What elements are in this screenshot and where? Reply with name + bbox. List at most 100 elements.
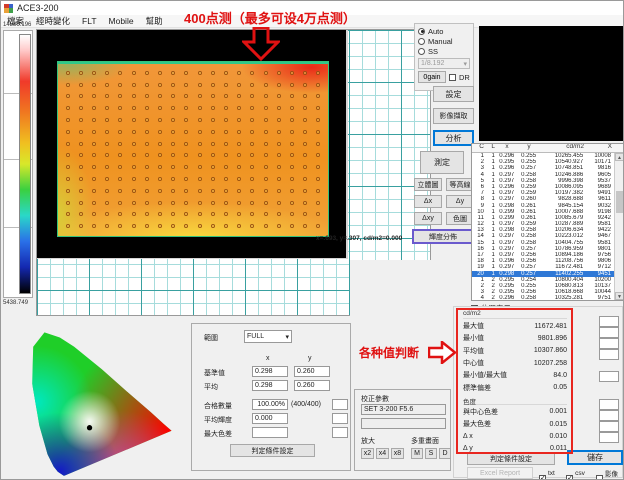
measure-dot bbox=[264, 94, 268, 98]
measure-dot bbox=[132, 94, 136, 98]
delta-y-button[interactable]: Δy bbox=[446, 195, 474, 208]
measure-dot bbox=[92, 201, 96, 205]
stat-value: 11672.481 bbox=[534, 323, 567, 330]
analyze-button[interactable]: 分析 bbox=[433, 130, 474, 146]
measure-dot bbox=[66, 130, 70, 134]
excel-report-button[interactable]: Excel Report bbox=[467, 467, 533, 479]
measure-dot bbox=[92, 177, 96, 181]
table-cell: 10325.281 bbox=[540, 295, 587, 300]
measure-dot bbox=[171, 71, 175, 75]
scroll-down-icon[interactable]: ▼ bbox=[615, 292, 624, 300]
multi-s-button[interactable]: S bbox=[425, 448, 437, 459]
txt-check-icon[interactable]: ✓ bbox=[539, 475, 546, 480]
radio-ss-icon[interactable] bbox=[418, 48, 425, 55]
judge-condition-button-2[interactable]: 判定條件設定 bbox=[230, 444, 315, 457]
measure-dot bbox=[290, 165, 294, 169]
measure-dot bbox=[303, 142, 307, 146]
table-scrollbar[interactable]: ▲ ▼ bbox=[614, 153, 623, 300]
measure-dot bbox=[237, 118, 241, 122]
dr-checkbox[interactable] bbox=[449, 74, 456, 81]
gain-button[interactable]: 0gain bbox=[418, 71, 446, 83]
delta-xy-button[interactable]: Δxy bbox=[414, 212, 442, 225]
stat-value: 0.05 bbox=[553, 384, 567, 391]
multi-d-button[interactable]: D bbox=[439, 448, 451, 459]
measure-dot bbox=[184, 130, 188, 134]
measure-dot bbox=[118, 201, 122, 205]
ref-x-field[interactable]: 0.298 bbox=[252, 366, 288, 377]
measure-dot bbox=[316, 83, 320, 87]
measure-button[interactable]: 測定 bbox=[420, 151, 464, 174]
maxdiff-field[interactable] bbox=[252, 427, 288, 438]
measure-dot bbox=[198, 189, 202, 193]
white-point-marker bbox=[87, 425, 92, 430]
image-check-icon[interactable] bbox=[596, 475, 603, 480]
ref-y-field[interactable]: 0.260 bbox=[294, 366, 330, 377]
colormap-button[interactable]: 色圖 bbox=[446, 212, 474, 225]
luminance-heatmap[interactable] bbox=[57, 61, 329, 237]
menu-flt[interactable]: FLT bbox=[82, 16, 96, 26]
save-button[interactable]: 儲存 bbox=[567, 450, 623, 465]
csv-check-icon[interactable]: ✓ bbox=[566, 475, 573, 480]
measure-dot bbox=[132, 212, 136, 216]
table-row[interactable]: 420.2960.25810325.2819751 bbox=[472, 295, 614, 300]
contour-button[interactable]: 等高線 bbox=[446, 178, 474, 191]
measure-dot bbox=[145, 224, 149, 228]
pass-judge-box bbox=[332, 399, 348, 410]
menu-help[interactable]: 幫助 bbox=[146, 15, 163, 27]
measure-dot bbox=[264, 118, 268, 122]
range-select[interactable]: FULL ▾ bbox=[244, 330, 292, 343]
measure-dot bbox=[158, 106, 162, 110]
delta-x-button[interactable]: Δx bbox=[414, 195, 442, 208]
scroll-thumb[interactable] bbox=[616, 191, 623, 213]
calibration-field: SET 3-200 F5.6 bbox=[361, 404, 446, 415]
radio-ss[interactable]: SS bbox=[418, 46, 470, 56]
avg-y-field[interactable]: 0.260 bbox=[294, 380, 330, 391]
down-arrow-icon bbox=[242, 27, 280, 61]
measure-dot bbox=[250, 224, 254, 228]
measure-dot bbox=[198, 118, 202, 122]
map3d-button[interactable]: 立體圖 bbox=[414, 178, 442, 191]
measure-dot bbox=[198, 165, 202, 169]
measure-dot bbox=[79, 189, 83, 193]
measure-dot bbox=[145, 118, 149, 122]
image-checkbox[interactable]: 影像檔 bbox=[596, 468, 623, 480]
measure-dot bbox=[158, 142, 162, 146]
chevron-down-icon: ▾ bbox=[285, 333, 289, 341]
zoom-x8-button[interactable]: x8 bbox=[391, 448, 404, 459]
menu-time-change[interactable]: 經時變化 bbox=[36, 15, 70, 27]
measure-dot bbox=[145, 130, 149, 134]
measure-dot bbox=[132, 153, 136, 157]
radio-manual[interactable]: Manual bbox=[418, 36, 470, 46]
radio-auto-icon[interactable] bbox=[418, 28, 425, 35]
measure-dot bbox=[184, 212, 188, 216]
measure-dot bbox=[105, 224, 109, 228]
zoom-x4-button[interactable]: x4 bbox=[376, 448, 389, 459]
txt-checkbox[interactable]: ✓ txt檔 bbox=[539, 470, 560, 480]
avg-x-field[interactable]: 0.298 bbox=[252, 380, 288, 391]
menu-mobile[interactable]: Mobile bbox=[109, 16, 134, 26]
zoom-x2-button[interactable]: x2 bbox=[361, 448, 374, 459]
lum-field[interactable]: 0.000 bbox=[252, 413, 288, 424]
stat-label: 最大色差 bbox=[463, 419, 491, 429]
lum-dist-button[interactable]: 輝度分佈 bbox=[412, 229, 474, 244]
measure-dot bbox=[264, 177, 268, 181]
stat-row: 中心值10207.258 bbox=[463, 357, 567, 369]
measure-dot bbox=[224, 212, 228, 216]
radio-auto[interactable]: Auto bbox=[418, 26, 470, 36]
measurement-grid-canvas[interactable] bbox=[36, 29, 431, 316]
shutter-select[interactable]: 1/8.192 ▾ bbox=[418, 58, 470, 69]
settings-button[interactable]: 設定 bbox=[433, 86, 474, 102]
scroll-up-icon[interactable]: ▲ bbox=[615, 153, 624, 161]
measure-dot bbox=[171, 130, 175, 134]
measure-dot bbox=[132, 106, 136, 110]
measure-dot bbox=[118, 118, 122, 122]
radio-manual-icon[interactable] bbox=[418, 38, 425, 45]
capture-button[interactable]: 影像擷取 bbox=[433, 108, 474, 124]
multi-m-button[interactable]: M bbox=[411, 448, 423, 459]
measure-dot bbox=[92, 130, 96, 134]
measure-dot bbox=[132, 118, 136, 122]
measure-dot bbox=[79, 118, 83, 122]
measure-dot bbox=[277, 71, 281, 75]
csv-checkbox[interactable]: ✓ csv檔 bbox=[566, 470, 590, 480]
judge-condition-button[interactable]: 判定條件設定 bbox=[467, 452, 555, 465]
